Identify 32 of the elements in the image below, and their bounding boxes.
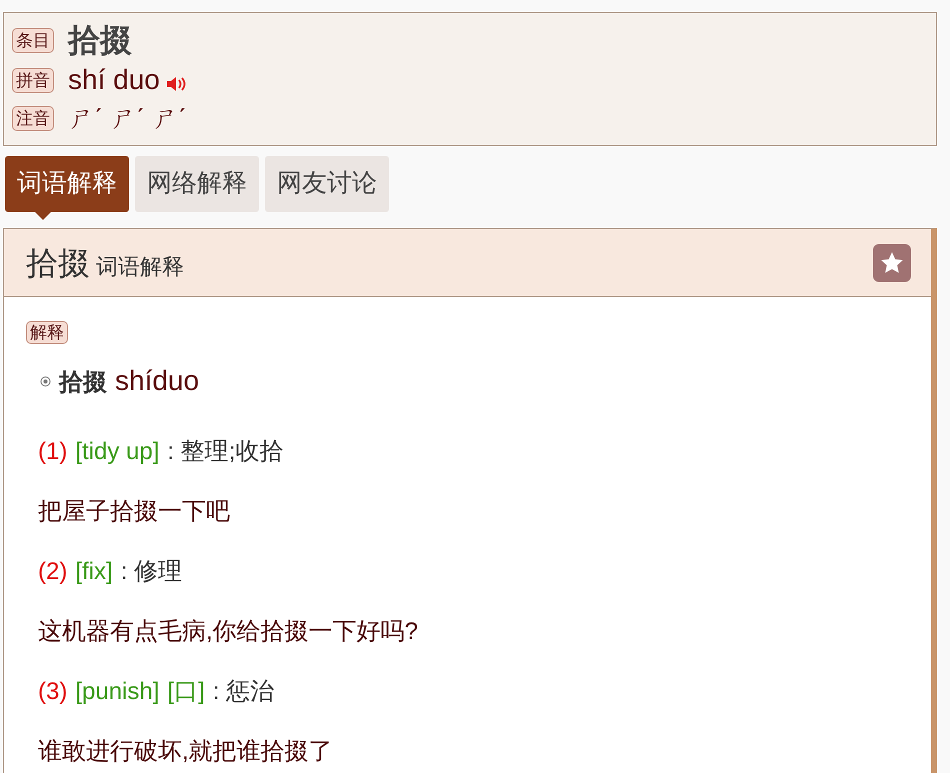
sense-meaning: : 惩治 bbox=[212, 677, 274, 707]
english-tag: [fix] bbox=[75, 554, 113, 590]
tab-pointer bbox=[35, 212, 51, 220]
star-icon bbox=[879, 250, 905, 276]
english-tag: [口] bbox=[167, 674, 205, 710]
panel-subtitle: 词语解释 bbox=[96, 252, 184, 280]
example-sentence: 把屋子拾掇一下吧 bbox=[38, 497, 230, 527]
example-sentence: 谁敢进行破坏,就把谁拾掇了 bbox=[38, 737, 333, 767]
sense-number: (3) bbox=[38, 677, 68, 707]
label-badge: 拼音 bbox=[12, 68, 54, 92]
panel-title: 拾掇 bbox=[26, 244, 90, 282]
sense-meaning: : 整理;收拾 bbox=[167, 437, 284, 467]
label-badge: 条目 bbox=[12, 28, 54, 52]
tab[interactable]: 词语解释 bbox=[5, 156, 129, 212]
definition-word: 拾掇 bbox=[59, 368, 107, 398]
tab[interactable]: 网络解释 bbox=[135, 156, 259, 212]
sense-meaning: : 修理 bbox=[120, 557, 182, 587]
headword: 拾掇 bbox=[68, 21, 132, 59]
definition-pinyin: shíduo bbox=[115, 364, 200, 398]
speaker-icon[interactable] bbox=[166, 76, 186, 92]
favorite-button[interactable] bbox=[873, 244, 911, 282]
english-tag: [punish] bbox=[75, 674, 160, 710]
sense-number: (2) bbox=[38, 557, 68, 587]
tab[interactable]: 网友讨论 bbox=[265, 156, 389, 212]
zhuyin-text: ㄕˊ ㄕˊ ㄕˊ bbox=[68, 102, 186, 135]
bullet-icon bbox=[40, 376, 51, 386]
example-sentence: 这机器有点毛病,你给拾掇一下好吗? bbox=[38, 617, 418, 647]
sense-number: (1) bbox=[38, 437, 68, 467]
pinyin-text: shí duo bbox=[68, 63, 160, 97]
label-badge: 注音 bbox=[12, 106, 54, 130]
english-tag: [tidy up] bbox=[75, 434, 160, 470]
label-badge: 解释 bbox=[26, 321, 68, 344]
